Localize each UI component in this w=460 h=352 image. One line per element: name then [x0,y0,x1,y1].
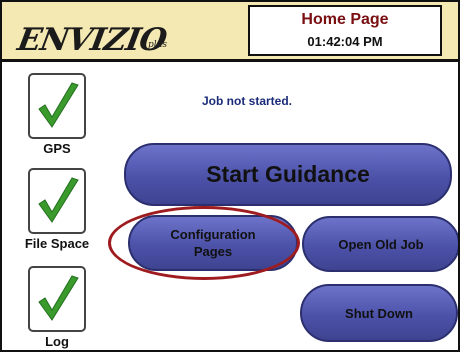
gps-status-indicator [28,73,86,139]
configuration-pages-label: Configuration Pages [170,227,256,259]
shut-down-button[interactable]: Shut Down [300,284,458,342]
start-guidance-button[interactable]: Start Guidance [124,143,452,206]
log-status-indicator [28,266,86,332]
logo-subtext: plus [148,40,168,50]
green-check-icon [38,275,79,321]
envizio-logo: ENVIZIO [14,22,169,58]
configuration-pages-button[interactable]: Configuration Pages [128,215,298,271]
clock-display: 01:42:04 PM [307,34,383,49]
green-check-icon [38,82,79,128]
log-label: Log [45,334,69,349]
green-check-icon [38,177,79,223]
job-status-text: Job not started. [202,94,293,108]
file-space-label: File Space [24,236,90,251]
title-panel: Home Page 01:42:04 PM [248,5,442,56]
page-title: Home Page [301,11,389,28]
home-screen: ENVIZIO plus Home Page 01:42:04 PM GPS F… [0,0,460,352]
open-old-job-button[interactable]: Open Old Job [302,216,458,272]
header-bar: ENVIZIO plus Home Page 01:42:04 PM [2,2,458,62]
gps-label: GPS [43,141,71,156]
file-space-status-indicator [28,168,86,234]
